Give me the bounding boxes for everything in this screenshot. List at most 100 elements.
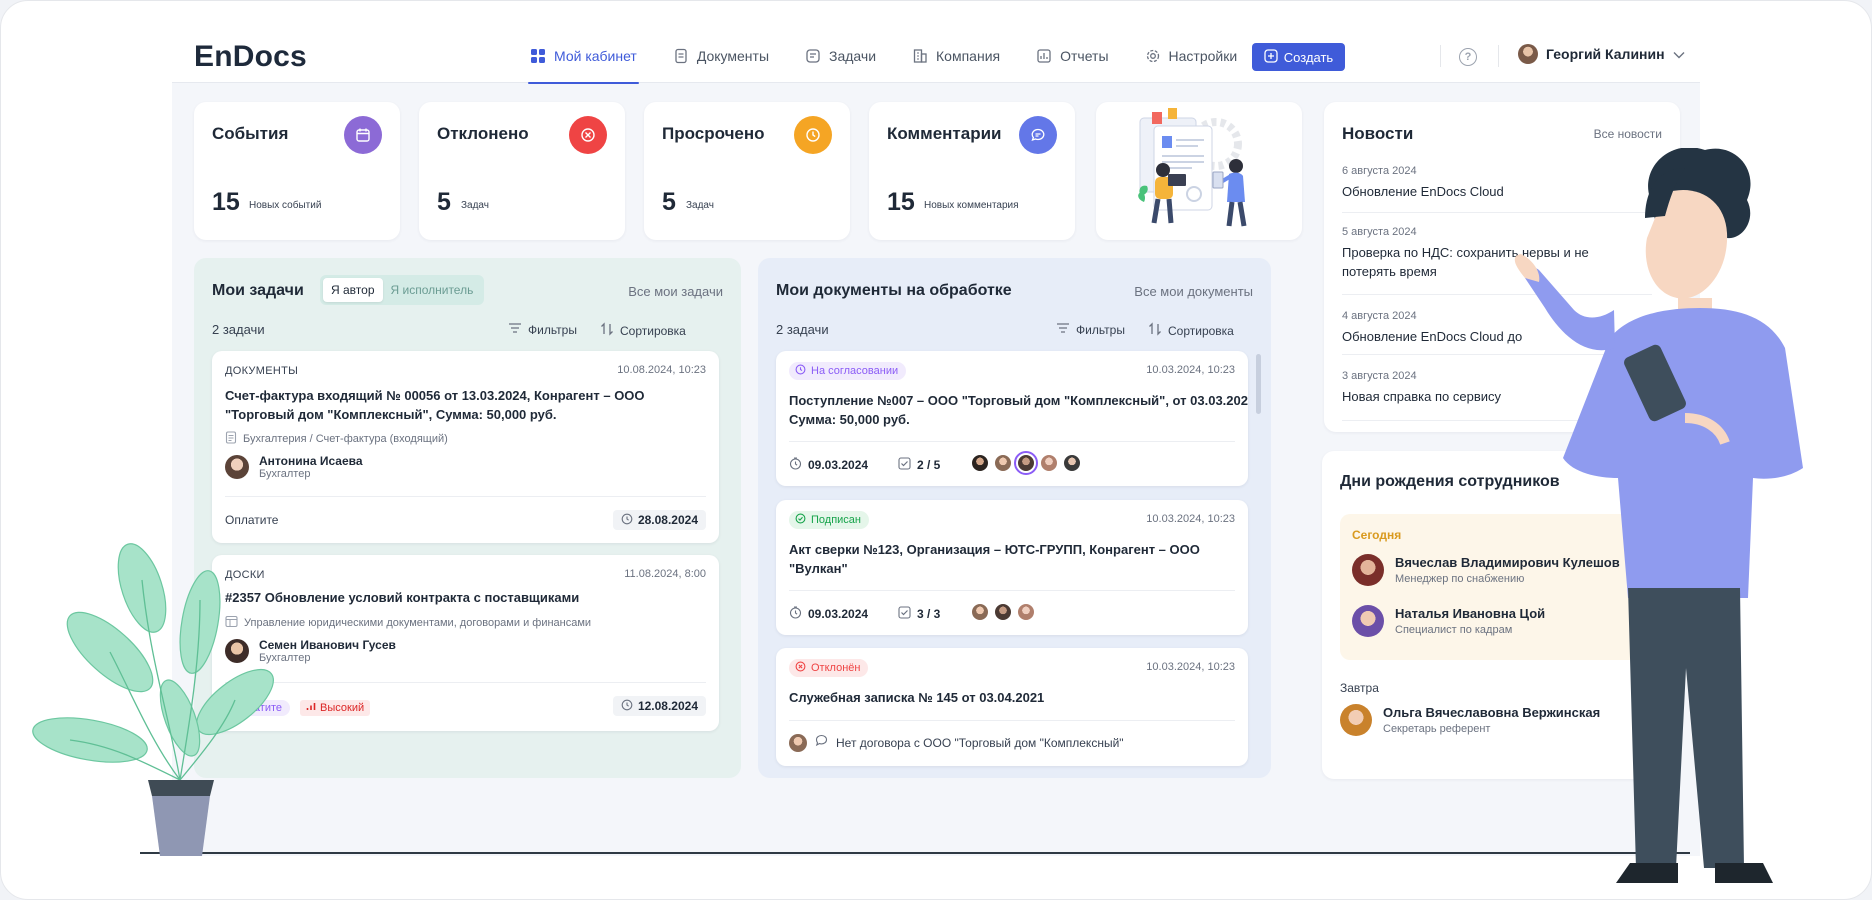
checkbox-icon	[898, 457, 911, 473]
checklist-value: 2 / 5	[917, 458, 941, 472]
avatar[interactable]	[970, 453, 990, 473]
stat-count: 5	[662, 188, 676, 216]
user-menu[interactable]: Георгий Калинин	[1518, 44, 1685, 64]
create-button[interactable]: Создать	[1252, 43, 1345, 71]
panel-title: Мои задачи	[212, 282, 304, 299]
nav-label: Отчеты	[1060, 47, 1109, 64]
news-title: Новости	[1342, 124, 1414, 143]
sort-label: Сортировка	[620, 323, 686, 338]
gear-icon	[1145, 48, 1161, 64]
avatar	[1352, 554, 1384, 586]
scrollbar[interactable]	[1256, 354, 1261, 414]
stat-subtitle: Новых событий	[249, 200, 322, 211]
my-documents-panel: Мои документы на обработке Все мои докум…	[758, 258, 1271, 778]
stat-title: Отклонено	[437, 124, 529, 143]
stat-card-comments[interactable]: Комментарии 15 Новых комментария	[869, 102, 1075, 240]
avatar[interactable]	[1039, 453, 1059, 473]
document-date: 10.03.2024, 10:23	[1146, 661, 1235, 673]
task-category: ДОКУМЕНТЫ	[225, 365, 299, 377]
checklist-value: 3 / 3	[917, 607, 941, 621]
avatar	[225, 455, 249, 479]
nav-my-cabinet[interactable]: Мой кабинет	[528, 28, 639, 84]
create-label: Создать	[1283, 49, 1334, 65]
document-card[interactable]: Отклонён 10.03.2024, 10:23 Служебная зап…	[776, 648, 1248, 766]
sort-button[interactable]: Сортировка	[1148, 322, 1234, 339]
avatar[interactable]	[970, 602, 990, 622]
nav-label: Мой кабинет	[554, 47, 637, 64]
filter-icon	[508, 322, 522, 337]
nav-label: Компания	[936, 47, 1001, 64]
checklist-progress: 2 / 5	[898, 457, 940, 473]
presenter-illustration	[1514, 148, 1803, 883]
nav-settings[interactable]: Настройки	[1143, 28, 1240, 83]
nav-documents[interactable]: Документы	[671, 28, 771, 83]
avatar	[1352, 605, 1384, 637]
deadline-value: 09.03.2024	[808, 607, 869, 621]
rejection-comment: Нет договора с ООО "Торговый дом "Компле…	[789, 734, 1124, 752]
comment-icon	[815, 734, 828, 752]
nav-reports[interactable]: Отчеты	[1034, 28, 1110, 83]
filters-button[interactable]: Фильтры	[508, 322, 577, 337]
timer-icon	[789, 457, 802, 473]
all-documents-link[interactable]: Все мои документы	[1134, 284, 1253, 299]
chevron-down-icon	[1673, 46, 1685, 62]
document-date: 10.03.2024, 10:23	[1146, 513, 1235, 525]
app-logo[interactable]: EnDocs	[194, 40, 307, 74]
filter-icon	[1056, 322, 1070, 337]
task-card[interactable]: ДОКУМЕНТЫ 10.08.2024, 10:23 Счет-фактура…	[212, 351, 719, 543]
task-action: Оплатите	[225, 513, 279, 527]
all-tasks-link[interactable]: Все мои задачи	[628, 284, 723, 299]
clock-icon	[794, 116, 832, 154]
task-assignee: Антонина Исаева Бухгалтер	[225, 454, 363, 480]
promo-illustration	[1096, 102, 1302, 240]
avatar[interactable]	[1014, 451, 1038, 475]
document-icon	[673, 48, 689, 64]
document-title: Служебная записка № 145 от 03.04.2021	[789, 690, 1045, 705]
nav-label: Задачи	[829, 47, 877, 64]
document-title: Акт сверки №123, Организация – ЮТС-ГРУПП…	[789, 542, 1200, 557]
document-card[interactable]: На согласовании 10.03.2024, 10:23 Поступ…	[776, 351, 1248, 486]
filters-button[interactable]: Фильтры	[1056, 322, 1125, 337]
task-due-date: 28.08.2024	[612, 510, 706, 530]
stat-card-rejected[interactable]: Отклонено 5 Задач	[419, 102, 625, 240]
user-avatar	[1518, 44, 1538, 64]
status-badge: Отклонён	[789, 659, 869, 677]
stat-title: События	[212, 124, 289, 143]
stat-count: 15	[212, 188, 240, 216]
toggle-executor[interactable]: Я исполнитель	[383, 278, 482, 302]
document-card[interactable]: Подписан 10.03.2024, 10:23 Акт сверки №1…	[776, 500, 1248, 635]
timer-icon	[789, 606, 802, 622]
news-date: 5 августа 2024	[1342, 226, 1417, 238]
priority-label: Высокий	[320, 702, 365, 714]
card-divider	[789, 590, 1235, 591]
task-date: 11.08.2024, 8:00	[624, 568, 706, 580]
nav-tasks[interactable]: Задачи	[803, 28, 878, 83]
help-icon[interactable]: ?	[1459, 48, 1477, 66]
deadline-value: 09.03.2024	[808, 458, 869, 472]
stat-card-overdue[interactable]: Просрочено 5 Задач	[644, 102, 850, 240]
stat-card-events[interactable]: События 15 Новых событий	[194, 102, 400, 240]
avatar[interactable]	[993, 602, 1013, 622]
due-value: 28.08.2024	[637, 513, 698, 527]
toggle-author[interactable]: Я автор	[323, 278, 383, 302]
header-divider	[1440, 45, 1441, 67]
sort-label: Сортировка	[1168, 323, 1234, 338]
stat-title: Просрочено	[662, 124, 765, 143]
avatar[interactable]	[1062, 453, 1082, 473]
clock-icon	[795, 364, 806, 378]
sort-icon	[600, 322, 614, 339]
avatar[interactable]	[993, 453, 1013, 473]
reject-icon	[569, 116, 607, 154]
nav-company[interactable]: Компания	[910, 28, 1002, 83]
sort-icon	[1148, 322, 1162, 339]
docs-count: 2 задачи	[776, 322, 829, 337]
stat-subtitle: Новых комментария	[924, 200, 1019, 211]
checklist-progress: 3 / 3	[898, 606, 940, 622]
sort-button[interactable]: Сортировка	[600, 322, 686, 339]
comment-text: Нет договора с ООО "Торговый дом "Компле…	[836, 736, 1124, 750]
tasks-icon	[805, 48, 821, 64]
stat-count: 15	[887, 188, 915, 216]
stat-count: 5	[437, 188, 451, 216]
avatar[interactable]	[1016, 602, 1036, 622]
all-news-link[interactable]: Все новости	[1594, 127, 1662, 141]
